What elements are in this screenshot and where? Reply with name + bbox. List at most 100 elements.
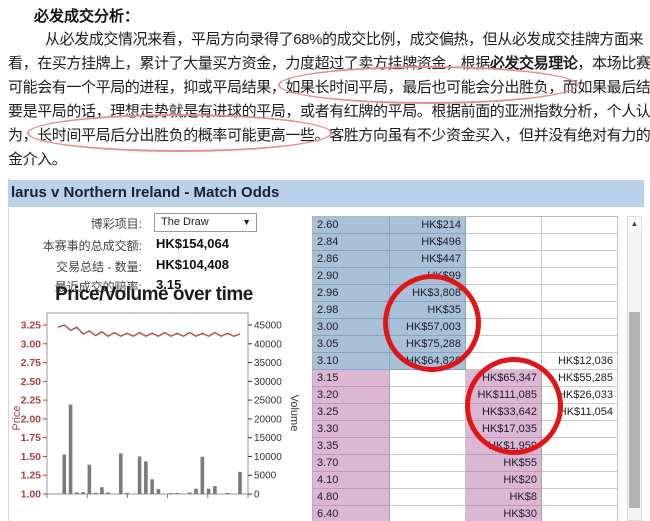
odds-cell-lay-amount: HK$55 [466, 455, 542, 472]
odds-cell-price: 3.70 [313, 455, 390, 472]
info-row-project: 博彩项目: The Draw ▼ [8, 213, 308, 233]
svg-text:3.00: 3.00 [21, 338, 42, 350]
table-row: 3.20 HK$111,085HK$26,033 [313, 387, 618, 404]
article-lines: 从必发成交情况来看，平局方向录得了68%的成交比例，成交偏热，但从必发成交挂牌方… [8, 28, 650, 172]
table-row: 2.98HK$35 [313, 302, 618, 319]
odds-cell-lay-amount: HK$17,035 [466, 421, 542, 438]
table-row: 2.86HK$447 [313, 251, 618, 268]
project-label: 博彩项目: [8, 215, 142, 232]
odds-cell-lay-amount [466, 302, 542, 319]
odds-cell-extra-amount: HK$11,054 [542, 404, 618, 421]
market-select-value: The Draw [161, 216, 209, 228]
odds-cell-extra-amount [542, 234, 618, 251]
odds-cell-price: 2.96 [313, 285, 390, 302]
odds-cell-price: 4.80 [313, 489, 390, 506]
odds-cell-lay-amount [466, 285, 542, 302]
svg-text:2.50: 2.50 [21, 376, 42, 388]
odds-cell-price: 2.84 [313, 234, 390, 251]
odds-cell-back-amount [390, 404, 466, 421]
svg-text:40000: 40000 [254, 339, 282, 350]
odds-cell-back-amount [390, 421, 466, 438]
odds-cell-price: 3.10 [313, 353, 390, 370]
svg-text:10000: 10000 [254, 452, 282, 463]
odds-cell-price: 6.40 [313, 506, 390, 521]
odds-cell-back-amount: HK$35 [390, 302, 466, 319]
odds-cell-back-amount [390, 438, 466, 455]
odds-cell-lay-amount: HK$111,085 [466, 387, 542, 404]
odds-cell-back-amount [390, 489, 466, 506]
article-line: 为，长时间平局后分出胜负的概率可能更高一些。客胜方向虽有不少资金买入，但并没有绝… [8, 124, 650, 148]
odds-cell-extra-amount [542, 336, 618, 353]
table-scrollbar[interactable]: ▲ [627, 216, 642, 521]
table-row: 3.05HK$75,288 [313, 336, 618, 353]
article-title: 必发成交分析： [34, 5, 139, 26]
odds-cell-price: 2.98 [313, 302, 390, 319]
trade-summary-value: HK$104,408 [156, 257, 229, 272]
match-title-bar: larus v Northern Ireland - Match Odds [8, 180, 644, 207]
odds-cell-extra-amount [542, 455, 618, 472]
odds-cell-extra-amount [542, 302, 618, 319]
odds-cell-extra-amount: HK$26,033 [542, 387, 618, 404]
odds-cell-lay-amount [466, 251, 542, 268]
table-row: 2.84HK$496 [313, 234, 618, 251]
odds-cell-lay-amount [466, 319, 542, 336]
odds-cell-back-amount: HK$99 [390, 268, 466, 285]
scrollbar-thumb[interactable] [629, 312, 640, 508]
odds-cell-back-amount [390, 387, 466, 404]
odds-cell-price: 2.60 [313, 217, 390, 234]
odds-cell-extra-amount [542, 285, 618, 302]
odds-cell-price: 3.00 [313, 319, 390, 336]
odds-cell-price: 2.90 [313, 268, 390, 285]
article-line: 金介入。 [8, 148, 650, 172]
odds-cell-price: 4.10 [313, 472, 390, 489]
odds-cell-back-amount: HK$3,808 [390, 285, 466, 302]
odds-ladder-table: 2.60HK$2142.84HK$4962.86HK$4472.90HK$992… [312, 216, 618, 521]
odds-cell-back-amount [390, 506, 466, 521]
article-line: 从必发成交情况来看，平局方向录得了68%的成交比例，成交偏热，但从必发成交挂牌方… [8, 28, 650, 52]
table-row: 3.30HK$17,035 [313, 421, 618, 438]
svg-text:1.50: 1.50 [21, 451, 42, 463]
odds-cell-lay-amount [466, 217, 542, 234]
odds-cell-price: 3.20 [313, 387, 390, 404]
odds-cell-lay-amount [466, 234, 542, 251]
table-row: 3.00HK$57,003 [313, 319, 618, 336]
match-title: larus v Northern Ireland - Match Odds [11, 184, 279, 201]
table-row: 3.70 HK$55 [313, 455, 618, 472]
svg-text:15000: 15000 [254, 433, 282, 444]
odds-cell-back-amount: HK$57,003 [390, 319, 466, 336]
table-row: 2.90HK$99 [313, 268, 618, 285]
trade-summary-label: 交易总结 - 数量: [8, 258, 142, 275]
svg-text:20000: 20000 [254, 414, 282, 425]
odds-cell-back-amount [390, 472, 466, 489]
scrollbar-up-icon[interactable]: ▲ [628, 217, 641, 231]
article-line: 要是平局的话，理想走势就是有进球的平局，或者有红牌的平局。根据前面的亚洲指数分析… [8, 100, 650, 124]
odds-cell-lay-amount: HK$65,347 [466, 370, 542, 387]
odds-cell-price: 2.86 [313, 251, 390, 268]
table-row: 4.10HK$20 [313, 472, 618, 489]
table-row: 2.96HK$3,808 [313, 285, 618, 302]
odds-cell-back-amount: HK$75,288 [390, 336, 466, 353]
info-row-total-matched: 本赛事的总成交额: HK$154,064 [8, 235, 308, 255]
svg-text:25000: 25000 [254, 396, 282, 407]
odds-cell-extra-amount [542, 438, 618, 455]
odds-cell-extra-amount [542, 472, 618, 489]
chevron-down-icon: ▼ [242, 214, 251, 231]
table-row: 6.40HK$30 [313, 506, 618, 521]
odds-cell-price: 3.15 [313, 370, 390, 387]
table-row: 3.15 HK$65,347HK$55,285 [313, 370, 618, 387]
svg-text:45000: 45000 [254, 321, 282, 332]
article-line: 可能会有一个平局的进程，抑或平局结果，如果长时间平局，最后也可能会分出胜负，而如… [8, 76, 650, 100]
svg-text:5000: 5000 [254, 471, 277, 482]
odds-cell-back-amount [390, 455, 466, 472]
market-select[interactable]: The Draw ▼ [154, 213, 257, 232]
chart-title: Price/Volume over time [8, 284, 300, 306]
odds-cell-lay-amount [466, 268, 542, 285]
svg-text:Volume: Volume [288, 395, 300, 432]
odds-cell-back-amount: HK$496 [390, 234, 466, 251]
odds-cell-extra-amount: HK$55,285 [542, 370, 618, 387]
odds-cell-extra-amount [542, 268, 618, 285]
odds-cell-lay-amount: HK$33,642 [466, 404, 542, 421]
odds-cell-extra-amount: HK$12,036 [542, 353, 618, 370]
odds-cell-extra-amount [542, 506, 618, 521]
total-matched-value: HK$154,064 [156, 236, 229, 251]
